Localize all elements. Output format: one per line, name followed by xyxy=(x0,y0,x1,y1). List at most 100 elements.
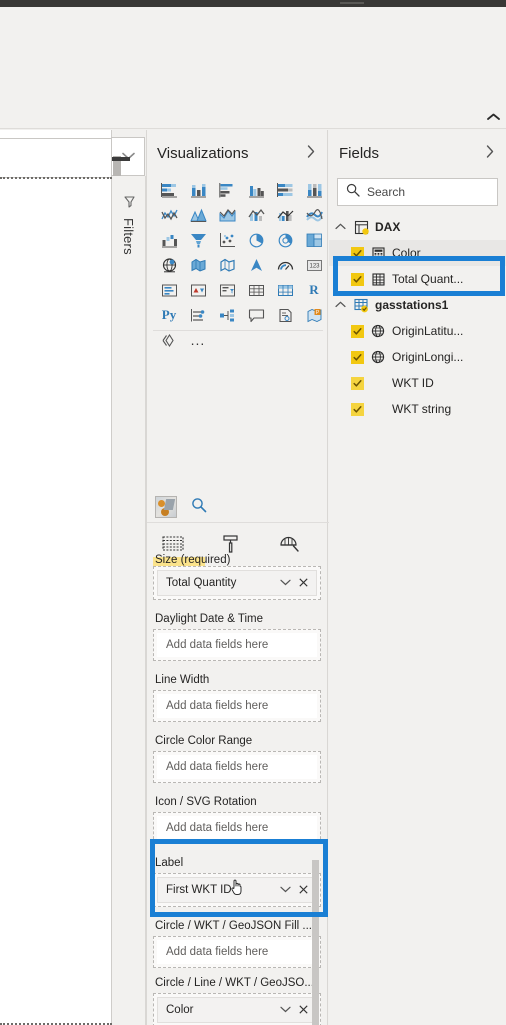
checkbox-checked-icon[interactable] xyxy=(351,324,364,338)
shape-map-icon[interactable] xyxy=(213,253,241,277)
stacked-column-chart-icon[interactable] xyxy=(184,178,212,202)
python-visual-icon[interactable]: Py xyxy=(155,303,183,327)
field-item-color[interactable]: Color xyxy=(329,240,506,266)
arcgis-map-icon[interactable] xyxy=(242,253,270,277)
scatter-chart-icon[interactable] xyxy=(213,228,241,252)
checkbox-checked-icon[interactable] xyxy=(351,246,364,260)
field-item-originlatitude[interactable]: OriginLatitu... xyxy=(329,318,506,344)
pie-chart-icon[interactable] xyxy=(242,228,270,252)
fields-pane: Fields Search DAX Color Total Quant... g… xyxy=(329,130,506,1025)
well-dropzone[interactable]: Add data fields here xyxy=(153,812,321,844)
funnel-chart-icon[interactable] xyxy=(184,228,212,252)
icon-map-custom-visual-icon[interactable]: P xyxy=(300,303,328,327)
checkbox-checked-icon[interactable] xyxy=(351,350,364,364)
decomposition-tree-icon[interactable] xyxy=(213,303,241,327)
line-and-stacked-column-chart-icon[interactable] xyxy=(242,203,270,227)
well-placeholder: Add data fields here xyxy=(157,816,317,840)
more-options-icon[interactable]: ... xyxy=(184,328,212,352)
filters-pane-collapsed[interactable]: Filters xyxy=(112,176,146,1025)
gauge-icon[interactable] xyxy=(271,253,299,277)
treemap-icon[interactable] xyxy=(300,228,328,252)
key-influencers-icon[interactable] xyxy=(184,303,212,327)
smart-narrative-icon[interactable] xyxy=(271,303,299,327)
filter-funnel-icon xyxy=(121,194,137,210)
fields-table-name: gasstations1 xyxy=(375,298,449,312)
slicer-value-bar xyxy=(112,157,130,161)
well-icon-svg-rotation: Icon / SVG Rotation Add data fields here xyxy=(147,796,329,844)
field-item-originlongitude[interactable]: OriginLongi... xyxy=(329,344,506,370)
table-icon[interactable] xyxy=(242,278,270,302)
card-icon[interactable]: 123 xyxy=(300,253,328,277)
visualizations-pane-header: Visualizations xyxy=(147,130,327,176)
field-spacer xyxy=(370,401,386,417)
fields-table-dax[interactable]: DAX xyxy=(329,214,506,240)
filled-map-icon[interactable] xyxy=(184,253,212,277)
chevron-right-icon[interactable] xyxy=(303,145,319,161)
field-name: OriginLatitu... xyxy=(392,324,464,338)
field-chip-label: First WKT ID xyxy=(166,884,232,896)
well-size-label-wrap: Size (required) xyxy=(147,554,329,566)
hundred-percent-stacked-bar-chart-icon[interactable] xyxy=(271,178,299,202)
well-dropzone[interactable]: Add data fields here xyxy=(153,629,321,661)
ribbon-chart-icon[interactable] xyxy=(300,203,328,227)
field-chip-label: Color xyxy=(166,1004,194,1016)
slicer-icon[interactable] xyxy=(213,278,241,302)
clustered-column-chart-icon[interactable] xyxy=(242,178,270,202)
checkbox-checked-icon[interactable] xyxy=(351,376,364,390)
checkbox-checked-icon[interactable] xyxy=(351,402,364,416)
chevron-up-icon[interactable] xyxy=(333,222,347,233)
report-canvas[interactable] xyxy=(0,130,112,1025)
stacked-area-chart-icon[interactable] xyxy=(213,203,241,227)
checkbox-checked-icon[interactable] xyxy=(351,272,364,286)
globe-icon xyxy=(370,323,386,339)
well-dropzone[interactable]: Add data fields here xyxy=(153,690,321,722)
canvas-visual-slicer[interactable] xyxy=(0,138,112,178)
field-name: OriginLongi... xyxy=(392,350,464,364)
line-and-clustered-column-chart-icon[interactable] xyxy=(271,203,299,227)
field-chip[interactable]: Color xyxy=(157,997,317,1023)
close-icon[interactable] xyxy=(299,576,308,590)
multi-row-card-icon[interactable] xyxy=(155,278,183,302)
area-chart-icon[interactable] xyxy=(184,203,212,227)
well-dropzone[interactable]: Add data fields here xyxy=(153,936,321,968)
donut-chart-icon[interactable] xyxy=(271,228,299,252)
well-dropzone[interactable]: Total Quantity xyxy=(153,566,321,600)
field-chip[interactable]: Total Quantity xyxy=(157,570,317,596)
chevron-down-icon[interactable] xyxy=(280,884,291,896)
chevron-down-icon[interactable] xyxy=(280,1004,291,1016)
close-icon[interactable] xyxy=(299,883,308,897)
fields-table-gasstations1[interactable]: gasstations1 xyxy=(329,292,506,318)
map-icon[interactable] xyxy=(155,253,183,277)
svg-text:123: 123 xyxy=(309,263,320,269)
chevron-up-icon[interactable] xyxy=(485,110,501,124)
r-script-visual-icon[interactable]: R xyxy=(300,278,328,302)
hundred-percent-stacked-column-chart-icon[interactable] xyxy=(300,178,328,202)
well-label: Line Width xyxy=(155,674,210,686)
visualizations-scrollbar[interactable] xyxy=(312,860,319,1025)
search-icon xyxy=(346,183,360,202)
get-more-visuals-icon[interactable] xyxy=(155,328,183,352)
search-input[interactable]: Search xyxy=(337,178,498,206)
well-dropzone[interactable]: Add data fields here xyxy=(153,751,321,783)
well-line-width: Line Width Add data fields here xyxy=(147,674,329,722)
clustered-bar-chart-icon[interactable] xyxy=(213,178,241,202)
visualization-type-gallery[interactable]: 123 R Py P ... xyxy=(153,176,323,352)
chevron-right-icon[interactable] xyxy=(482,145,498,161)
qna-icon[interactable] xyxy=(242,303,270,327)
chevron-down-icon[interactable] xyxy=(280,577,291,589)
kpi-icon[interactable] xyxy=(184,278,212,302)
close-icon[interactable] xyxy=(299,1003,308,1017)
custom-visual-thumbnail-icon[interactable] xyxy=(155,496,177,518)
field-item-wkt-string[interactable]: WKT string xyxy=(329,396,506,422)
well-dropzone[interactable]: Color xyxy=(153,993,321,1025)
well-placeholder: Add data fields here xyxy=(157,633,317,657)
field-item-wkt-id[interactable]: WKT ID xyxy=(329,370,506,396)
search-icon[interactable] xyxy=(191,497,207,518)
pointing-hand-cursor xyxy=(230,878,244,896)
chevron-up-icon[interactable] xyxy=(333,300,347,311)
waterfall-chart-icon[interactable] xyxy=(155,228,183,252)
line-chart-icon[interactable] xyxy=(155,203,183,227)
stacked-bar-chart-icon[interactable] xyxy=(155,178,183,202)
matrix-icon[interactable] xyxy=(271,278,299,302)
field-item-total-quantity[interactable]: Total Quant... xyxy=(329,266,506,292)
